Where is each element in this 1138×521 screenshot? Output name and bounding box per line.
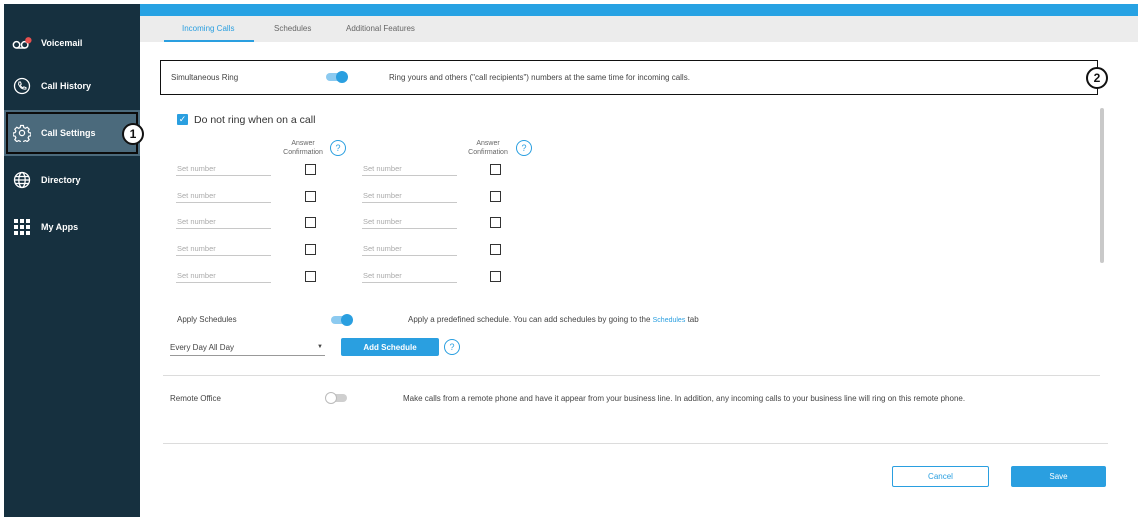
sidebar-item-label: Call History (41, 81, 92, 91)
do-not-ring-checkbox[interactable]: ✓ (177, 114, 188, 125)
sidebar-item-voicemail[interactable]: Voicemail (4, 20, 140, 66)
answer-confirmation-header: Answer Confirmation (468, 140, 508, 156)
dropdown-arrow-icon: ▼ (317, 344, 323, 350)
remote-office-label: Remote Office (170, 394, 221, 403)
tab-incoming-calls[interactable]: Incoming Calls (182, 24, 234, 33)
answer-confirmation-checkbox[interactable] (305, 217, 316, 228)
set-number-input[interactable]: Set number (362, 191, 457, 203)
voicemail-icon (12, 33, 32, 53)
divider (163, 375, 1100, 376)
schedule-select[interactable]: Every Day All Day ▼ (170, 343, 325, 356)
grid-icon (12, 217, 32, 237)
answer-confirmation-header: Answer Confirmation (283, 140, 323, 156)
simultaneous-ring-label: Simultaneous Ring (171, 73, 239, 82)
set-number-input[interactable]: Set number (362, 164, 457, 176)
sidebar-item-call-settings[interactable]: Call Settings (4, 110, 140, 156)
simultaneous-ring-toggle[interactable] (326, 71, 348, 83)
help-icon[interactable]: ? (444, 339, 460, 355)
cancel-button[interactable]: Cancel (892, 466, 989, 487)
answer-confirmation-checkbox[interactable] (305, 244, 316, 255)
sidebar-item-label: Directory (41, 175, 81, 185)
answer-confirmation-checkbox[interactable] (305, 164, 316, 175)
remote-office-description: Make calls from a remote phone and have … (403, 394, 966, 403)
apply-schedules-label: Apply Schedules (177, 315, 237, 324)
apply-schedules-toggle[interactable] (331, 314, 353, 326)
answer-confirmation-checkbox[interactable] (490, 244, 501, 255)
tab-additional-features[interactable]: Additional Features (346, 24, 415, 33)
sidebar-item-label: My Apps (41, 222, 79, 232)
remote-office-toggle[interactable] (325, 392, 347, 404)
answer-confirmation-checkbox[interactable] (305, 271, 316, 282)
set-number-input[interactable]: Set number (176, 164, 271, 176)
do-not-ring-label: Do not ring when on a call (194, 114, 316, 126)
sidebar: Voicemail Call History Call Settings Dir… (4, 4, 140, 517)
tab-bar: Incoming Calls Schedules Additional Feat… (140, 16, 1138, 42)
help-icon[interactable]: ? (516, 140, 532, 156)
simultaneous-ring-description: Ring yours and others ("call recipients"… (389, 73, 690, 82)
sidebar-item-call-history[interactable]: Call History (4, 63, 140, 109)
answer-confirmation-checkbox[interactable] (305, 191, 316, 202)
schedules-link[interactable]: Schedules (653, 317, 686, 324)
apply-schedules-description: Apply a predefined schedule. You can add… (408, 315, 699, 324)
set-number-input[interactable]: Set number (176, 191, 271, 203)
phone-history-icon (12, 76, 32, 96)
set-number-input[interactable]: Set number (176, 217, 271, 229)
set-number-input[interactable]: Set number (362, 217, 457, 229)
divider (163, 443, 1108, 444)
answer-confirmation-checkbox[interactable] (490, 164, 501, 175)
sidebar-item-label: Call Settings (41, 128, 96, 138)
set-number-input[interactable]: Set number (362, 244, 457, 256)
answer-confirmation-checkbox[interactable] (490, 217, 501, 228)
set-number-input[interactable]: Set number (176, 271, 271, 283)
simultaneous-ring-row: Simultaneous Ring Ring yours and others … (160, 60, 1098, 95)
tab-schedules[interactable]: Schedules (274, 24, 311, 33)
sidebar-item-my-apps[interactable]: My Apps (4, 204, 140, 250)
scrollbar[interactable] (1100, 108, 1104, 263)
top-accent-bar (140, 4, 1138, 16)
set-number-input[interactable]: Set number (176, 244, 271, 256)
callout-2: 2 (1086, 67, 1108, 89)
callout-1: 1 (122, 123, 144, 145)
globe-icon (12, 170, 32, 190)
add-schedule-button[interactable]: Add Schedule (341, 338, 439, 356)
answer-confirmation-checkbox[interactable] (490, 271, 501, 282)
sidebar-item-label: Voicemail (41, 38, 83, 48)
active-tab-indicator (164, 40, 254, 42)
answer-confirmation-checkbox[interactable] (490, 191, 501, 202)
save-button[interactable]: Save (1011, 466, 1106, 487)
gear-icon (12, 123, 32, 143)
help-icon[interactable]: ? (330, 140, 346, 156)
set-number-input[interactable]: Set number (362, 271, 457, 283)
sidebar-item-directory[interactable]: Directory (4, 157, 140, 203)
